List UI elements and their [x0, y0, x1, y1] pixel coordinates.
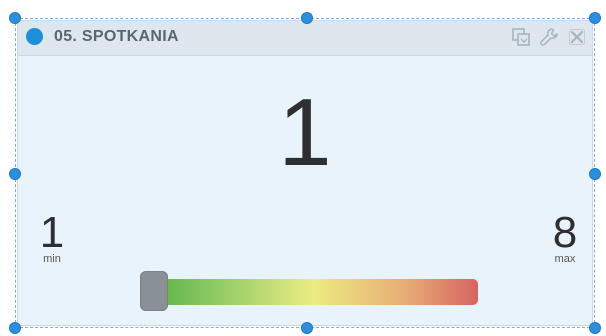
resize-handle-top-left[interactable] [9, 12, 21, 24]
resize-handle-right[interactable] [589, 168, 601, 180]
wrench-icon[interactable] [538, 26, 560, 48]
resize-handle-top-right[interactable] [589, 12, 601, 24]
canvas: 05. SPOTKANIA 1 1 min 8 max [0, 0, 606, 336]
refresh-icon[interactable] [510, 26, 532, 48]
max-value: 8 [552, 208, 578, 257]
status-dot-icon [26, 28, 43, 45]
close-icon[interactable] [566, 26, 588, 48]
resize-handle-bottom[interactable] [301, 322, 313, 334]
current-value: 1 [278, 79, 332, 186]
min-indicator: 1 min [32, 208, 72, 266]
slider-track[interactable] [148, 279, 478, 305]
max-indicator: 8 max [545, 208, 585, 266]
min-label: min [43, 253, 61, 265]
slider-widget[interactable]: 05. SPOTKANIA 1 1 min 8 max [17, 20, 593, 326]
resize-handle-top[interactable] [301, 12, 313, 24]
resize-handle-left[interactable] [9, 168, 21, 180]
max-label: max [554, 253, 576, 265]
widget-header[interactable]: 05. SPOTKANIA [18, 21, 592, 56]
min-value: 1 [39, 208, 65, 257]
widget-title: 05. SPOTKANIA [54, 28, 179, 45]
slider-handle[interactable] [140, 271, 168, 311]
resize-handle-bottom-left[interactable] [9, 322, 21, 334]
resize-handle-bottom-right[interactable] [589, 322, 601, 334]
